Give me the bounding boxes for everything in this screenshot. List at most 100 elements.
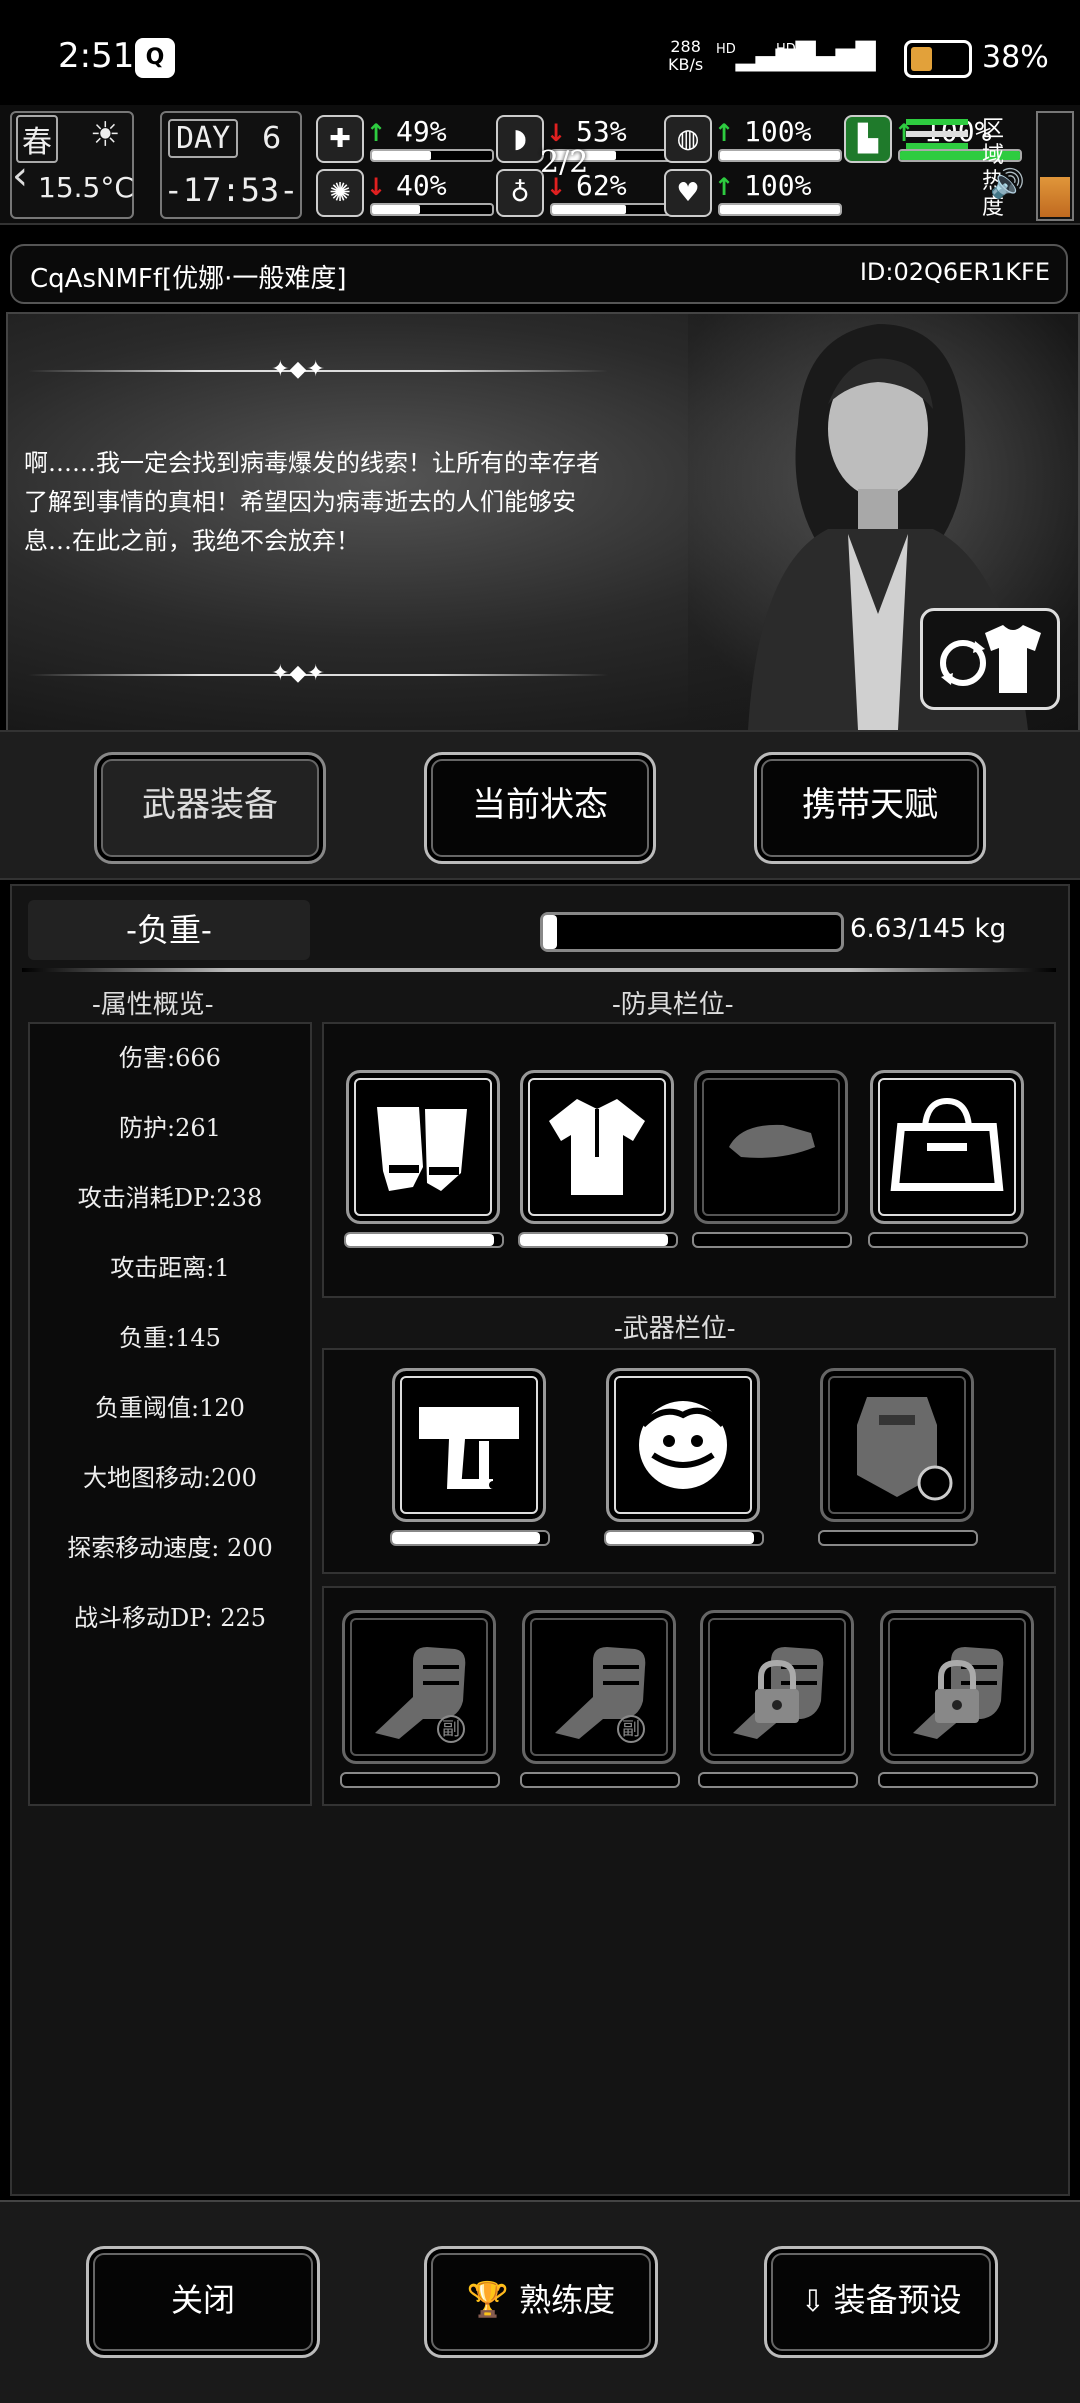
attribute-item: 防护:261 [119, 1114, 221, 1142]
stomach-icon: ◗ [496, 115, 544, 163]
attributes-header: -属性概览- [92, 990, 214, 1020]
equipment-slot-staple-gun[interactable] [392, 1368, 546, 1522]
durability-bar [518, 1232, 678, 1248]
stat-value: 40% [396, 169, 447, 202]
hud-bar: 春 ☀ 15.5°C ‹ DAY 6 -17:53- ✚ ↑ 49% ✺ ↓ 40% ◗ ↓ 5… [0, 105, 1080, 225]
fist-icon: 副 [375, 1647, 466, 1743]
arrow-up-icon: ↑ [366, 119, 387, 147]
equipment-slot-shirt[interactable] [520, 1070, 674, 1224]
attribute-item: 大地图移动:200 [83, 1464, 257, 1492]
load-bar-fill [543, 915, 557, 949]
attribute-item: 伤害:666 [119, 1044, 221, 1072]
stat-brain[interactable]: ✺ ↓ 40% [316, 167, 496, 219]
durability-bar [340, 1772, 500, 1788]
equipment-preset-button[interactable]: ⇩ 装备预设 [764, 2246, 998, 2358]
bottom-action-bar: 关闭 🏆 熟练度 ⇩ 装备预设 [0, 2200, 1080, 2403]
outfit-swap-icon [940, 625, 1041, 693]
hd-label: HD [716, 42, 736, 57]
back-arrow-icon[interactable]: ‹ [12, 153, 28, 199]
heart-icon: ♥ [664, 169, 712, 217]
equipment-slot-fist[interactable]: 副 [342, 1610, 496, 1764]
day-number: 6 [262, 121, 282, 156]
equipment-panel: -负重- 6.63/145 kg -属性概览- 伤害:666 防护:261 攻击消耗… [10, 884, 1070, 2196]
stat-medkit[interactable]: ✚ ↑ 49% [316, 113, 496, 165]
player-id: ID:02Q6ER1KFE [859, 258, 1050, 286]
category-tabs: 武器装备 当前状态 携带天赋 [0, 730, 1080, 880]
weapon-slots-panel [322, 1348, 1056, 1574]
tab-talents[interactable]: 携带天赋 [754, 752, 986, 864]
stat-bar [718, 149, 842, 162]
load-bar [540, 912, 844, 952]
status-bar: 2:51 Q 288 KB/s HD▂▄▆█ HD▂▄▆█ ◠ 38% [0, 0, 1080, 105]
weapon-slots-header: -武器栏位- [614, 1314, 736, 1344]
attributes-panel: 伤害:666 防护:261 攻击消耗DP:238 攻击距离:1 负重:145 负重阈值:1… [28, 1022, 312, 1806]
equipment-slot-medusa[interactable] [606, 1368, 760, 1522]
equipment-slot-fist[interactable] [880, 1610, 1034, 1764]
hd-label: HD [776, 42, 796, 57]
equipment-slot-fist[interactable]: 副 [522, 1610, 676, 1764]
load-label: -负重- [28, 900, 310, 960]
equipment-slot-fist[interactable] [700, 1610, 854, 1764]
network-speed-unit: KB/s [668, 55, 704, 74]
durability-fill [392, 1532, 541, 1544]
speaker-icon[interactable]: 🔊 [990, 167, 1025, 200]
sub-weapon-slots-panel: 副副 [322, 1586, 1056, 1806]
cap-icon [729, 1124, 815, 1158]
stat-bar [370, 149, 494, 162]
network-speed-value: 288 [670, 37, 701, 56]
attribute-item: 负重阈值:120 [95, 1394, 245, 1422]
stat-bar [370, 203, 494, 216]
battery-icon [904, 40, 972, 78]
durability-bar [344, 1232, 504, 1248]
stat-value: 53% [576, 115, 627, 148]
attribute-item: 攻击距离:1 [110, 1254, 230, 1282]
equipment-slot-cap[interactable] [694, 1070, 848, 1224]
stat-heart[interactable]: ♥ ↑ 100% [664, 167, 844, 219]
durability-bar [698, 1772, 858, 1788]
proficiency-button[interactable]: 🏆 熟练度 [424, 2246, 658, 2358]
qq-icon: Q [135, 38, 175, 78]
medusa-icon [639, 1401, 727, 1489]
riot-shield-icon [857, 1397, 953, 1501]
equipment-slot-gloves[interactable] [346, 1070, 500, 1224]
fist-icon: 副 [555, 1647, 646, 1743]
character-name: CqAsNMFf[优娜·一般难度] [30, 264, 347, 294]
day-label: DAY [168, 119, 239, 158]
boot-icon: ▙ [844, 115, 892, 163]
battery-fill [911, 47, 932, 71]
stat-bar-fill [552, 205, 627, 214]
equipment-slot-bag[interactable] [870, 1070, 1024, 1224]
gloves-icon [377, 1107, 467, 1191]
shield-badge-icon [917, 1465, 953, 1501]
ornament-icon: ✦◆✦ [271, 661, 325, 686]
load-value: 6.63/145 kg [850, 914, 1007, 944]
lungs-icon: ◍ [664, 115, 712, 163]
durability-bar [878, 1772, 1038, 1788]
close-button[interactable]: 关闭 [86, 2246, 320, 2358]
proficiency-button-label: 熟练度 [519, 2281, 616, 2319]
arrow-up-icon: ↑ [714, 119, 735, 147]
story-panel: ✦◆✦ ✦◆✦ 啊……我一定会找到病毒爆发的线索！让所有的幸存者了解到事情的真相… [6, 312, 1080, 732]
day-clock-panel: DAY 6 -17:53- [160, 111, 302, 219]
shirt-icon [549, 1099, 645, 1195]
durability-bar [390, 1530, 550, 1546]
durability-bar [818, 1530, 978, 1546]
equipment-slot-riot-shield[interactable] [820, 1368, 974, 1522]
swap-outfit-button[interactable] [920, 608, 1060, 710]
weather-panel[interactable]: 春 ☀ 15.5°C ‹ [10, 111, 134, 219]
durability-bar [868, 1232, 1028, 1248]
tab-weapons-equipment[interactable]: 武器装备 [94, 752, 326, 864]
brain-icon: ✺ [316, 169, 364, 217]
preset-icon: ⇩ [800, 2284, 826, 2319]
tab-current-status[interactable]: 当前状态 [424, 752, 656, 864]
game-clock: -17:53- [163, 171, 299, 209]
attribute-item: 攻击消耗DP:238 [77, 1184, 263, 1212]
bag-icon [890, 1097, 1004, 1191]
divider [22, 968, 1056, 972]
stat-value: 100% [744, 115, 812, 148]
page-indicator[interactable]: 2/2 [540, 145, 588, 180]
ornament-icon: ✦◆✦ [271, 357, 325, 382]
stamina-line [906, 131, 968, 137]
stamina-gauge [906, 119, 968, 155]
stat-lungs[interactable]: ◍ ↑ 100% [664, 113, 844, 165]
